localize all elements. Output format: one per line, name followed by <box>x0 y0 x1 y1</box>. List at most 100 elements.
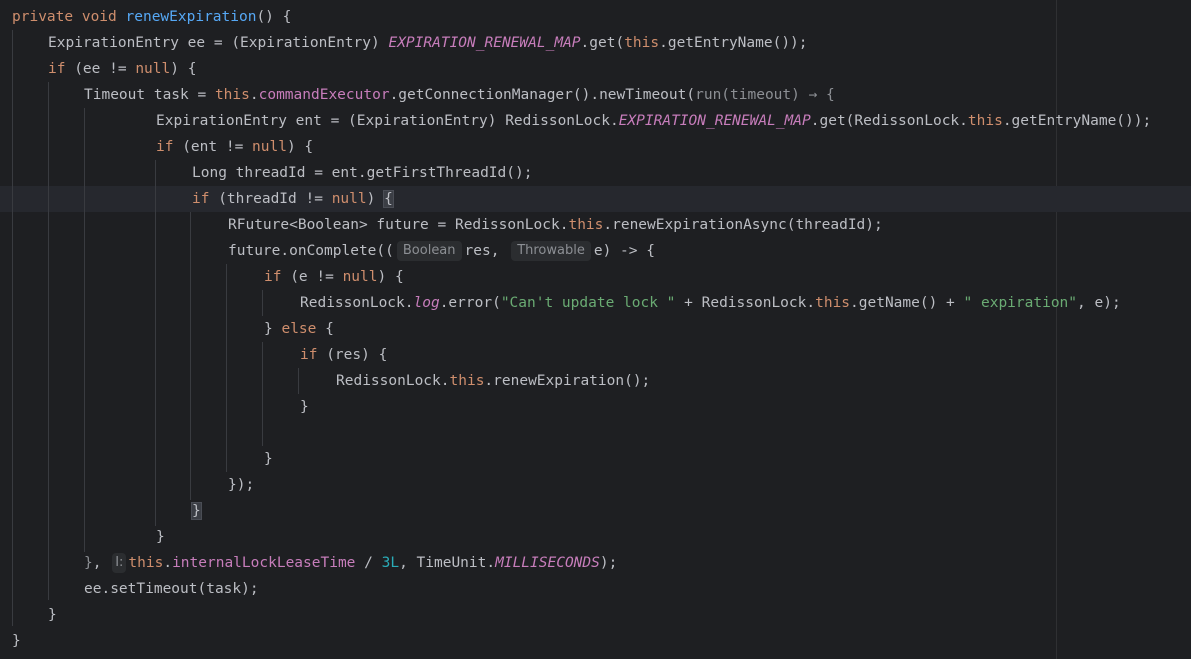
code-token: if <box>192 191 210 207</box>
lambda-fold-hint[interactable]: run(timeout) → { <box>695 87 835 103</box>
matched-brace: { <box>383 190 394 208</box>
code-line[interactable]: RFuture<Boolean> future = RedissonLock.t… <box>228 212 883 238</box>
code-token: renewExpiration <box>125 9 257 25</box>
code-token: . <box>163 555 173 571</box>
indent-guide <box>48 82 49 600</box>
code-token: } <box>84 555 93 571</box>
indent-guide <box>226 264 227 472</box>
code-token: .error( <box>439 295 501 311</box>
code-token: .getEntryName()); <box>1002 113 1152 129</box>
code-line[interactable]: Long threadId = ent.getFirstThreadId(); <box>192 160 532 186</box>
code-token: } <box>300 399 309 415</box>
code-token: ) <box>366 191 385 207</box>
code-line[interactable]: Timeout task = this.commandExecutor.getC… <box>84 82 835 108</box>
code-token: 3L <box>381 555 400 571</box>
code-line[interactable]: if (ee != null) { <box>48 56 196 82</box>
code-line[interactable]: } <box>264 446 273 472</box>
caret-line-highlight <box>0 186 1191 212</box>
code-token: null <box>331 191 367 207</box>
code-token: ExpirationEntry ent = (ExpirationEntry) … <box>156 113 619 129</box>
indent-guide <box>190 212 191 500</box>
code-line[interactable]: RedissonLock.this.renewExpiration(); <box>336 368 650 394</box>
code-line[interactable]: if (e != null) { <box>264 264 404 290</box>
indent-guide <box>262 290 263 316</box>
code-line[interactable]: } else { <box>264 316 334 342</box>
code-line[interactable]: if (ent != null) { <box>156 134 313 160</box>
code-editor[interactable]: private void renewExpiration() { Expirat… <box>0 0 1191 659</box>
code-line[interactable]: ExpirationEntry ee = (ExpirationEntry) E… <box>48 30 808 56</box>
code-token: (ee != <box>65 61 136 77</box>
code-token: if <box>264 269 282 285</box>
code-line[interactable]: if (threadId != null) { <box>192 186 394 212</box>
code-token: Timeout task = <box>84 87 215 103</box>
code-line[interactable]: } <box>156 524 165 550</box>
code-line[interactable]: }, I: this.internalLockLeaseTime / 3L, Ti… <box>84 550 617 576</box>
code-token: e) -> { <box>593 243 655 259</box>
code-line[interactable]: } <box>191 498 202 524</box>
code-line[interactable]: ExpirationEntry ent = (ExpirationEntry) … <box>156 108 1151 134</box>
code-token: EXPIRATION_RENEWAL_MAP <box>388 35 581 51</box>
code-token: future.onComplete(( <box>228 243 394 259</box>
code-token: else <box>281 321 317 337</box>
code-line[interactable]: }); <box>228 472 254 498</box>
code-token: null <box>135 61 171 77</box>
code-token: + RedissonLock. <box>675 295 816 311</box>
code-token: { <box>316 321 334 337</box>
matched-brace: } <box>191 502 202 520</box>
code-token: (e != <box>281 269 343 285</box>
code-token: ); <box>599 555 618 571</box>
code-line[interactable]: private void renewExpiration() { <box>12 4 291 30</box>
code-token: if <box>156 139 174 155</box>
code-token: (ent != <box>173 139 253 155</box>
code-token: . <box>249 87 259 103</box>
code-token: () { <box>256 9 292 25</box>
code-token: null <box>342 269 378 285</box>
code-token: commandExecutor <box>258 87 390 103</box>
code-token: this <box>967 113 1003 129</box>
code-token: } <box>264 321 282 337</box>
code-token: RedissonLock. <box>336 373 450 389</box>
code-token: this <box>449 373 485 389</box>
code-line[interactable]: future.onComplete((Boolean res, Throwable… <box>228 238 655 264</box>
code-token: " expiration" <box>963 295 1078 311</box>
code-line[interactable]: RedissonLock.log.error("Can't update loc… <box>300 290 1121 316</box>
code-token: .get( <box>580 35 625 51</box>
code-token: .getName() + <box>850 295 964 311</box>
indent-guide <box>155 160 156 526</box>
code-token: .getEntryName()); <box>659 35 808 51</box>
code-token: } <box>12 633 21 649</box>
code-line[interactable]: } <box>300 394 309 420</box>
code-token: log <box>413 295 440 311</box>
code-token: void <box>81 9 117 25</box>
inlay-param-icon: I: <box>112 553 127 573</box>
code-token: ExpirationEntry ee = (ExpirationEntry) <box>48 35 389 51</box>
code-token: this <box>214 87 250 103</box>
code-token: null <box>252 139 287 155</box>
code-token: .getConnectionManager().newTimeout( <box>389 87 696 103</box>
code-token: , e); <box>1077 295 1121 311</box>
code-token: this <box>624 35 660 51</box>
code-token: internalLockLeaseTime <box>172 555 356 571</box>
code-token: private <box>12 9 74 25</box>
code-token: ) { <box>286 139 314 155</box>
code-token: .renewExpirationAsync(threadId); <box>603 217 883 233</box>
code-line[interactable]: ee.setTimeout(task); <box>84 576 259 602</box>
code-line[interactable]: } <box>12 628 21 654</box>
code-token: RedissonLock. <box>300 295 414 311</box>
code-token: / <box>355 555 382 571</box>
code-token: (res) { <box>317 347 388 363</box>
type-hint: Throwable <box>511 241 591 261</box>
code-token: ) { <box>170 61 197 77</box>
code-token: } <box>264 451 273 467</box>
right-margin-guide <box>1056 0 1057 659</box>
code-token: ee.setTimeout(task); <box>84 581 259 597</box>
code-line[interactable]: } <box>48 602 57 628</box>
type-hint: Boolean <box>396 241 462 261</box>
code-token: }); <box>228 477 255 493</box>
code-token: if <box>300 347 318 363</box>
indent-guide <box>84 108 85 552</box>
code-line[interactable]: if (res) { <box>300 342 387 368</box>
code-token: res, <box>464 243 509 259</box>
